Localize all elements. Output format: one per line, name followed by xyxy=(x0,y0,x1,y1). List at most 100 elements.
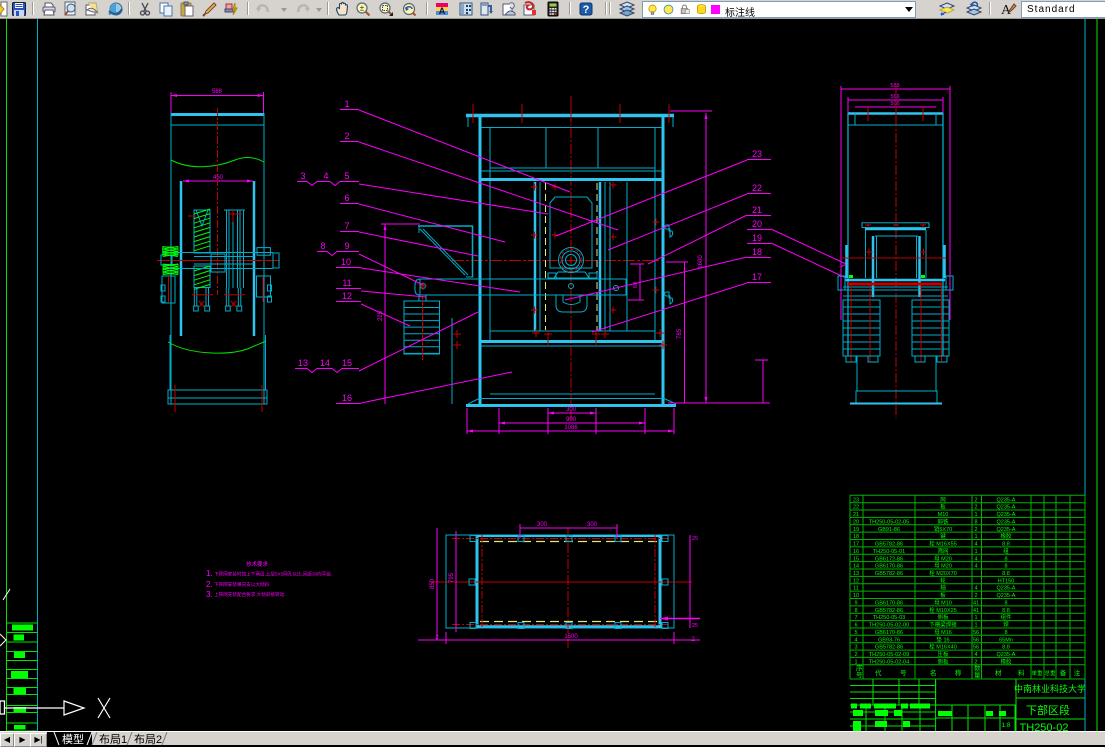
svg-text:14: 14 xyxy=(853,564,859,570)
svg-text:795: 795 xyxy=(449,572,455,583)
svg-text:TH250-05-01: TH250-05-01 xyxy=(873,549,905,555)
svg-text:8: 8 xyxy=(1004,601,1007,607)
svg-text:17: 17 xyxy=(752,272,762,282)
svg-text:GB6170-86: GB6170-86 xyxy=(875,601,903,607)
svg-text:4: 4 xyxy=(974,556,977,562)
svg-text:900: 900 xyxy=(566,417,577,423)
svg-text:网: 网 xyxy=(940,496,946,503)
svg-text:TH250-05-02-05: TH250-05-02-05 xyxy=(869,519,909,525)
svg-text:588: 588 xyxy=(890,83,899,89)
svg-text:25: 25 xyxy=(692,623,698,629)
svg-text:Q235-A: Q235-A xyxy=(997,497,1016,503)
svg-text:8.8: 8.8 xyxy=(1002,542,1010,548)
svg-text:1: 1 xyxy=(344,99,349,109)
svg-text:4: 4 xyxy=(974,652,977,658)
svg-text:65Mn: 65Mn xyxy=(999,637,1013,643)
svg-text:2.: 2. xyxy=(206,580,213,589)
svg-text:栓 M10X25: 栓 M10X25 xyxy=(929,606,957,614)
svg-text:数: 数 xyxy=(974,663,981,672)
svg-text:代: 代 xyxy=(875,668,882,677)
svg-text:GB6170-86: GB6170-86 xyxy=(875,564,903,570)
svg-text:5: 5 xyxy=(344,171,349,181)
svg-text:组件: 组件 xyxy=(1000,613,1012,621)
svg-text:5: 5 xyxy=(854,630,857,636)
svg-text:模型: 模型 xyxy=(62,732,84,745)
svg-text:566: 566 xyxy=(890,94,899,100)
svg-text:23: 23 xyxy=(853,497,859,503)
svg-text:14: 14 xyxy=(320,358,330,368)
svg-text:12: 12 xyxy=(853,578,859,584)
svg-text:栓 M16X55: 栓 M16X55 xyxy=(929,540,957,548)
svg-text:506: 506 xyxy=(890,101,899,107)
svg-text:19: 19 xyxy=(853,527,859,533)
svg-text:4: 4 xyxy=(323,171,328,181)
svg-text:侧板: 侧板 xyxy=(937,657,949,665)
svg-text:8: 8 xyxy=(320,241,325,251)
svg-text:19: 19 xyxy=(752,233,762,243)
svg-text:7: 7 xyxy=(854,615,857,621)
svg-text:21: 21 xyxy=(752,205,762,215)
svg-text:56: 56 xyxy=(973,630,979,636)
svg-text:8.8: 8.8 xyxy=(1002,571,1010,577)
svg-text:22: 22 xyxy=(853,505,859,511)
svg-text:板: 板 xyxy=(940,591,946,599)
svg-text:9: 9 xyxy=(854,601,857,607)
svg-text:GB91-86: GB91-86 xyxy=(878,527,900,533)
svg-text:备: 备 xyxy=(1060,668,1067,677)
svg-text:A: A xyxy=(439,6,446,16)
svg-text:1: 1 xyxy=(974,549,977,555)
svg-text:母 M10: 母 M10 xyxy=(934,600,952,607)
svg-text:垫 16: 垫 16 xyxy=(936,635,949,643)
svg-text:3: 3 xyxy=(854,645,857,651)
svg-text:Q235-A: Q235-A xyxy=(997,586,1016,592)
svg-text:300: 300 xyxy=(537,522,548,528)
svg-text:450: 450 xyxy=(213,175,224,181)
svg-text:11: 11 xyxy=(853,586,859,592)
svg-text:单重: 单重 xyxy=(1031,669,1043,677)
svg-text:1: 1 xyxy=(974,615,977,621)
svg-text:技术要求: 技术要求 xyxy=(246,560,269,568)
svg-text:16: 16 xyxy=(853,549,859,555)
svg-text:8.8: 8.8 xyxy=(1002,645,1010,651)
svg-text:15: 15 xyxy=(342,358,352,368)
svg-text:1:8: 1:8 xyxy=(1001,722,1010,729)
svg-text:GB5782-86: GB5782-86 xyxy=(875,542,903,548)
svg-text:8: 8 xyxy=(974,519,977,525)
svg-text:8: 8 xyxy=(1004,630,1007,636)
svg-text:下部区段: 下部区段 xyxy=(1026,703,1070,717)
svg-text:材: 材 xyxy=(995,668,1002,677)
svg-text:栓 M20X70: 栓 M20X70 xyxy=(929,569,957,577)
svg-text:板: 板 xyxy=(940,503,946,511)
svg-text:8: 8 xyxy=(1004,564,1007,570)
svg-text:?: ? xyxy=(583,4,590,16)
svg-text:GB5782-86: GB5782-86 xyxy=(875,571,903,577)
svg-text:布局2: 布局2 xyxy=(134,733,162,745)
svg-text:2: 2 xyxy=(974,593,977,599)
svg-text:组: 组 xyxy=(1003,547,1009,555)
svg-text:1: 1 xyxy=(974,623,977,629)
svg-text:41: 41 xyxy=(973,601,979,607)
svg-text:母 M16: 母 M16 xyxy=(934,629,952,636)
svg-text:GB5782-86: GB5782-86 xyxy=(875,645,903,651)
svg-text:焊: 焊 xyxy=(1003,621,1009,629)
svg-text:TH250-05-03: TH250-05-03 xyxy=(873,615,905,621)
svg-text:2: 2 xyxy=(974,505,977,511)
svg-text:HT150: HT150 xyxy=(998,578,1015,584)
svg-text:11: 11 xyxy=(342,278,351,288)
svg-text:M10: M10 xyxy=(938,512,949,518)
svg-text:TH250-05-02-04: TH250-05-02-04 xyxy=(869,659,909,665)
svg-text:母 M20: 母 M20 xyxy=(934,563,952,570)
svg-text:序: 序 xyxy=(856,663,863,672)
svg-text:41: 41 xyxy=(973,608,979,614)
svg-text:下横梁焊接: 下横梁焊接 xyxy=(929,621,957,629)
svg-text:Q235-A: Q235-A xyxy=(997,652,1016,658)
svg-text:注: 注 xyxy=(1074,668,1081,677)
svg-text:Q235-A: Q235-A xyxy=(997,512,1016,518)
svg-text:键: 键 xyxy=(940,532,946,540)
svg-text:8: 8 xyxy=(854,608,857,614)
svg-text:1: 1 xyxy=(974,512,977,518)
svg-text:橡胶: 橡胶 xyxy=(1000,657,1012,665)
svg-text:2: 2 xyxy=(974,527,977,533)
svg-text:TH250-05-02-09: TH250-05-02-09 xyxy=(869,652,909,658)
svg-text:布局1: 布局1 xyxy=(99,733,127,745)
